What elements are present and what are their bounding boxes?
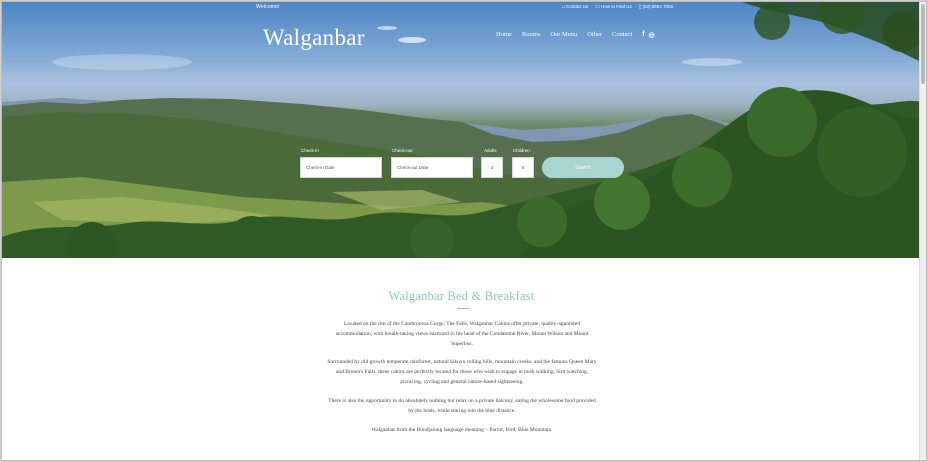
intro-paragraph-3: There is also the opportunity to do abso… bbox=[328, 398, 596, 414]
phone-link[interactable]: ▯(02) 6684 7000 bbox=[639, 4, 673, 10]
nav-other[interactable]: Other bbox=[587, 31, 602, 39]
contact-us-link[interactable]: ⌂Contact Us bbox=[562, 4, 588, 10]
hero-banner: Welcome! ⌂Contact Us ▭How to Find Us ▯(0… bbox=[2, 2, 921, 258]
children-input[interactable]: 0 bbox=[512, 157, 534, 178]
scrollbar-thumb[interactable] bbox=[921, 4, 925, 84]
adults-input[interactable]: 2 bbox=[481, 157, 503, 178]
checkin-label: Check-in bbox=[301, 148, 319, 153]
checkout-date-input[interactable]: Check-out Date bbox=[391, 157, 473, 178]
nav-contact[interactable]: Contact bbox=[612, 31, 632, 39]
site-logo[interactable]: Walganbar bbox=[263, 25, 365, 51]
search-button[interactable]: Search bbox=[542, 157, 624, 178]
checkout-label: Check-out bbox=[392, 148, 413, 153]
section-heading: Walganbar Bed & Breakfast bbox=[388, 289, 535, 303]
mountain-landscape-image bbox=[2, 2, 921, 258]
browser-viewport: Welcome! ⌂Contact Us ▭How to Find Us ▯(0… bbox=[1, 1, 927, 461]
adults-label: Adults bbox=[484, 148, 497, 153]
intro-paragraph-1: Located on the rim of the Cambrooroa Gor… bbox=[335, 321, 589, 347]
facebook-icon[interactable]: f bbox=[642, 31, 644, 39]
children-label: Children bbox=[513, 148, 530, 153]
vertical-scrollbar[interactable] bbox=[919, 2, 926, 460]
nav-our-menu[interactable]: Our Menu bbox=[550, 31, 577, 39]
nav-home[interactable]: Home bbox=[496, 31, 512, 39]
instagram-icon[interactable]: ◎ bbox=[649, 31, 655, 39]
checkin-date-input[interactable]: Check-in Date bbox=[300, 157, 382, 178]
how-to-find-us-link[interactable]: ▭How to Find Us bbox=[595, 4, 632, 10]
phone-icon: ▯ bbox=[638, 4, 642, 10]
intro-paragraph-4: Walganbar from the Bundjalung language m… bbox=[371, 427, 553, 433]
welcome-text: Welcome! bbox=[256, 4, 280, 10]
main-nav: Home Rooms Our Menu Other Contact f ◎ bbox=[496, 31, 655, 39]
intro-section: Walganbar Bed & Breakfast Located on the… bbox=[2, 258, 921, 460]
heading-divider bbox=[457, 308, 469, 309]
intro-paragraph-2: Surrounded by old growth temperate rainf… bbox=[327, 359, 597, 385]
top-info-bar: Welcome! ⌂Contact Us ▭How to Find Us ▯(0… bbox=[2, 2, 921, 14]
nav-rooms[interactable]: Rooms bbox=[522, 31, 540, 39]
map-icon: ▭ bbox=[595, 4, 601, 10]
home-icon: ⌂ bbox=[562, 4, 566, 10]
social-links: f ◎ bbox=[642, 31, 654, 39]
